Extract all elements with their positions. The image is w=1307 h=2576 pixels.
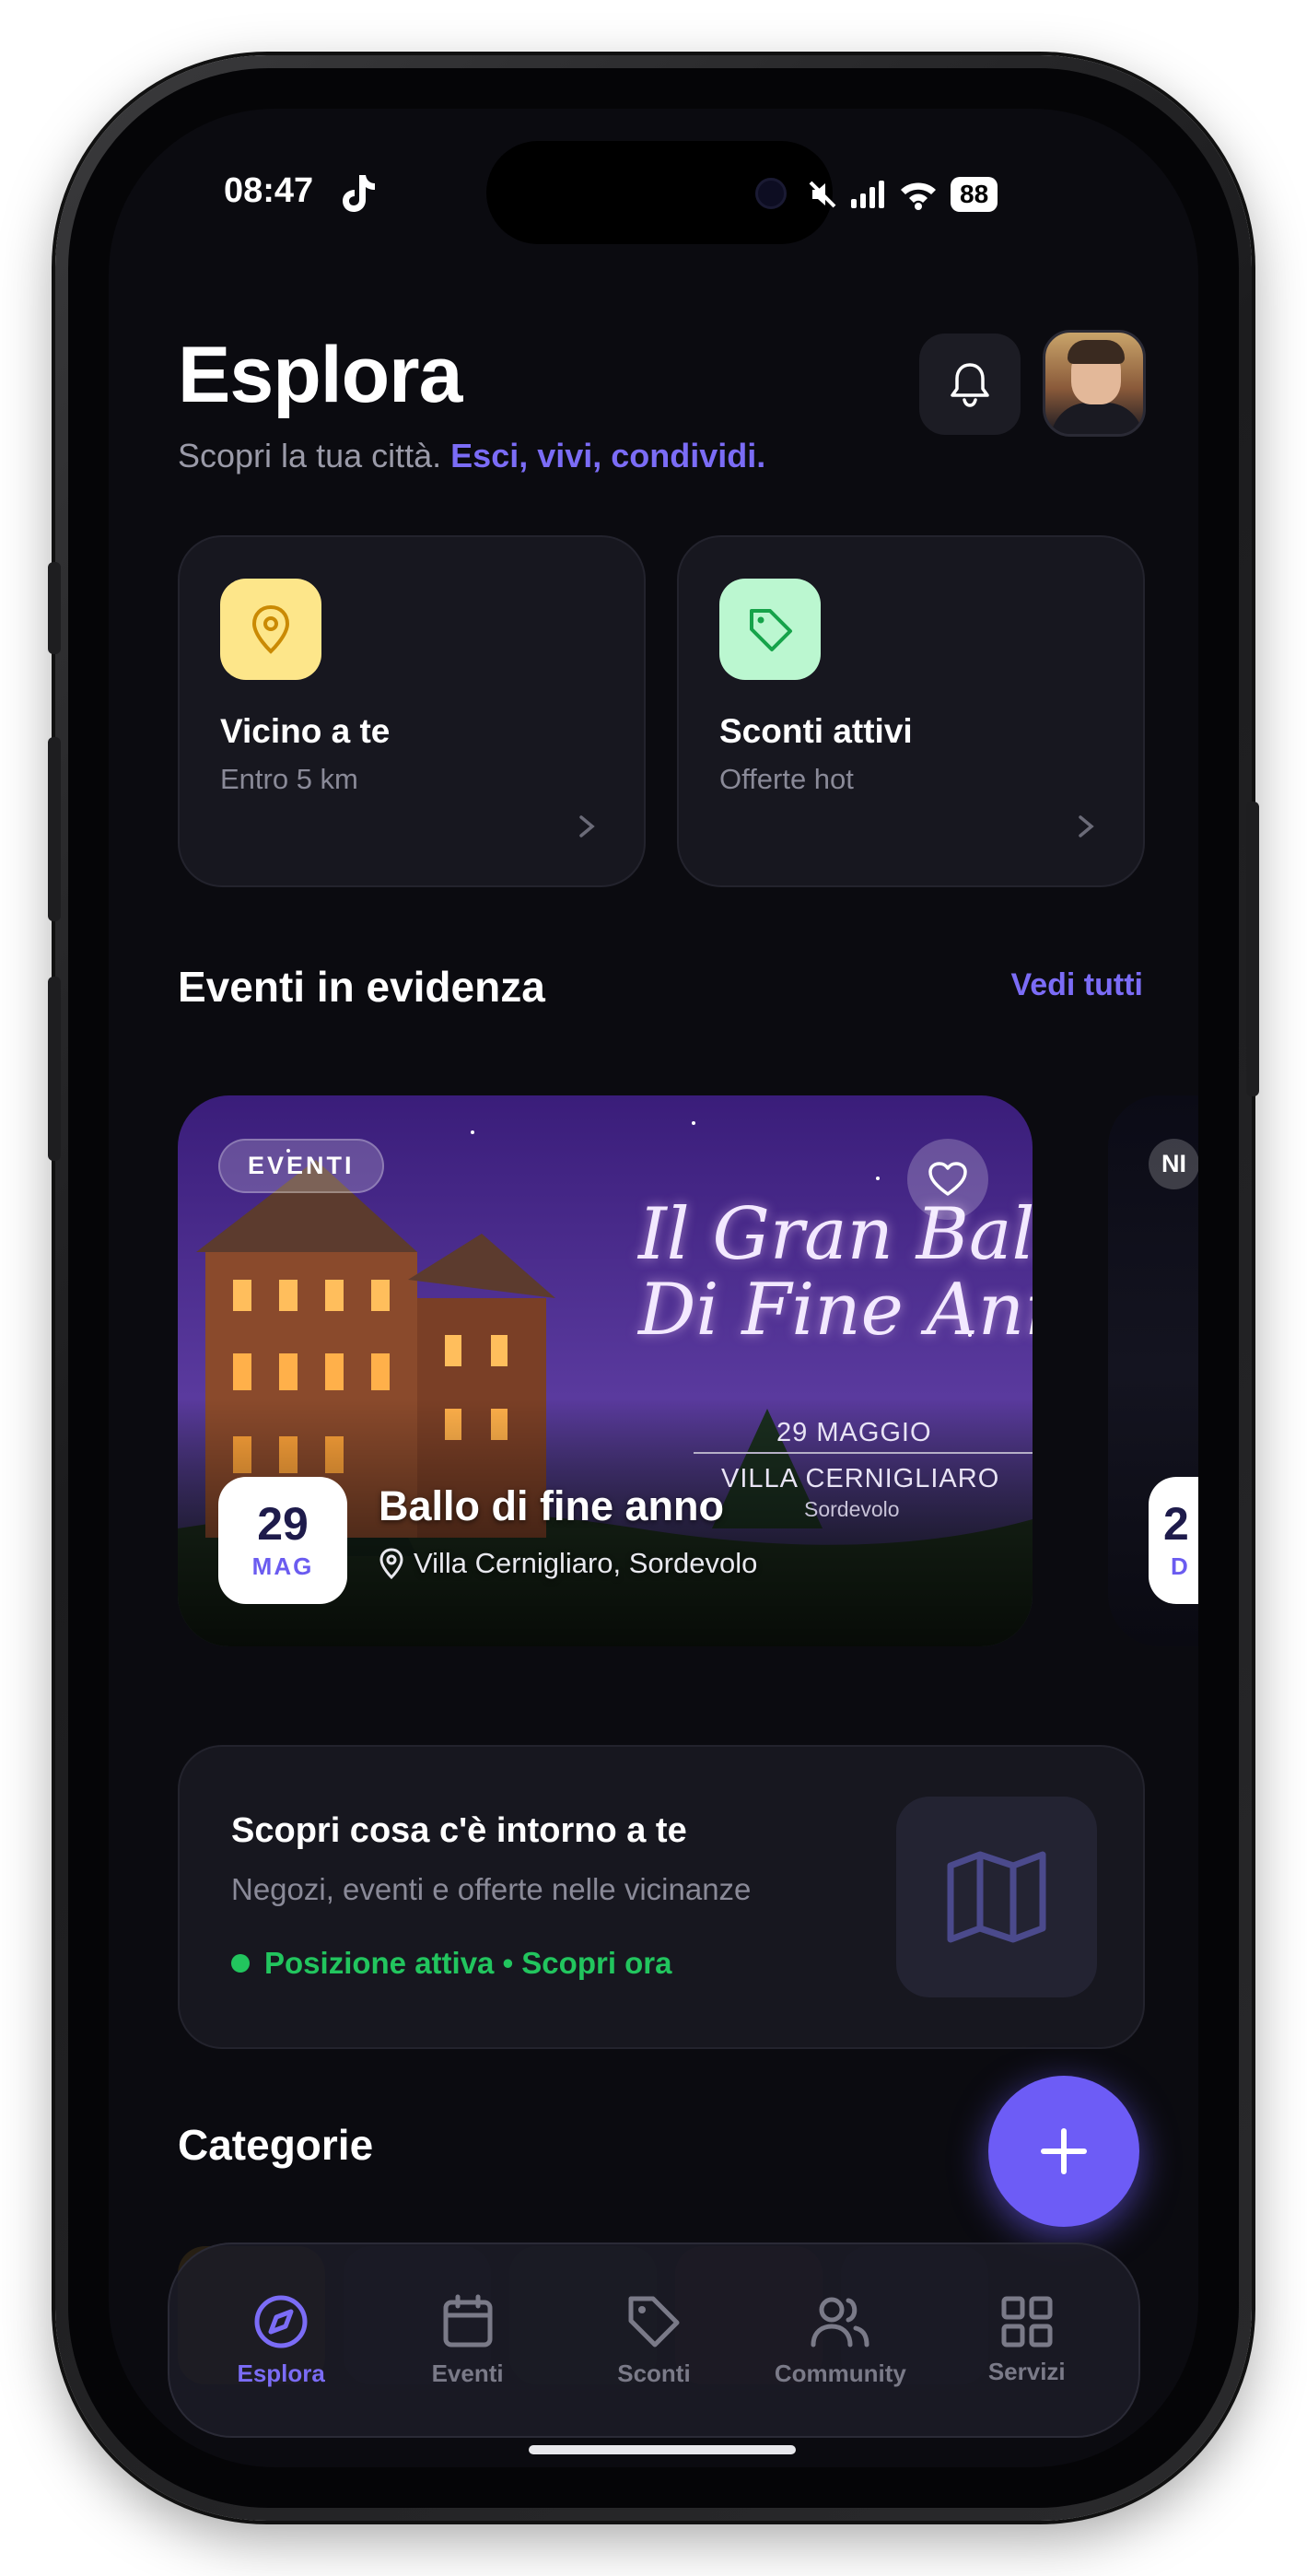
tab-label: Eventi	[431, 2359, 504, 2387]
event-card-next[interactable]: NI 2 D	[1108, 1095, 1198, 1646]
quick-card-discounts[interactable]: Sconti attivi Offerte hot	[677, 535, 1145, 887]
battery-indicator: 88	[951, 177, 998, 212]
event-location: Villa Cernigliaro, Sordevolo	[379, 1547, 757, 1580]
quick-card-icon-box	[220, 579, 321, 680]
see-all-link[interactable]: Vedi tutti	[1010, 967, 1143, 1003]
action-button	[48, 562, 61, 654]
map-tile[interactable]	[896, 1797, 1097, 1997]
tab-community[interactable]: Community	[762, 2293, 918, 2388]
power-button	[1246, 802, 1259, 1096]
avatar-hair	[1068, 340, 1125, 364]
bell-icon	[951, 363, 989, 407]
add-fab-button[interactable]	[988, 2076, 1139, 2227]
tab-eventi[interactable]: Eventi	[390, 2293, 546, 2388]
section-title-featured: Eventi in evidenza	[178, 963, 545, 1011]
poster-title-line: Di Fine Anno	[638, 1269, 1033, 1352]
notifications-button[interactable]	[919, 334, 1021, 435]
location-pin-icon	[251, 604, 290, 654]
location-pin-icon	[379, 1548, 403, 1579]
location-status-text: Posizione attiva • Scopri ora	[264, 1946, 672, 1980]
event-month: MAG	[251, 1552, 314, 1580]
plus-icon	[1041, 2128, 1087, 2174]
chevron-right-icon	[1079, 815, 1094, 837]
status-time: 08:47	[224, 171, 314, 210]
mute-icon	[809, 181, 836, 208]
subtitle-accent: Esci, vivi, condividi.	[450, 437, 766, 474]
volume-down-button	[48, 977, 61, 1161]
front-camera	[755, 178, 787, 209]
tag-icon	[628, 2296, 680, 2347]
tab-label: Servizi	[987, 2357, 1066, 2385]
favorite-button[interactable]	[907, 1139, 988, 1220]
status-icons: 88	[809, 177, 998, 212]
compass-icon	[254, 2295, 308, 2348]
poster-venue: VILLA CERNIGLIARO	[721, 1464, 1000, 1493]
dynamic-island	[486, 141, 833, 244]
users-icon	[811, 2297, 869, 2347]
event-date-box: 2 D	[1149, 1477, 1198, 1604]
tab-label: Community	[774, 2359, 906, 2387]
nearby-subtitle: Negozi, eventi e offerte nelle vicinanze	[231, 1872, 752, 1906]
wifi-icon	[901, 182, 936, 210]
quick-card-title: Vicino a te	[220, 712, 391, 750]
event-month: D	[1171, 1552, 1188, 1580]
poster-town: Sordevolo	[804, 1497, 900, 1521]
tab-label: Esplora	[237, 2359, 325, 2387]
tab-esplora[interactable]: Esplora	[203, 2293, 359, 2388]
location-status[interactable]: Posizione attiva • Scopri ora	[231, 1946, 672, 1981]
event-day: 2	[1163, 1498, 1189, 1550]
tiktok-icon	[343, 175, 375, 212]
bottom-tab-bar: Esplora Eventi Sconti Community Servizi	[168, 2242, 1140, 2438]
quick-card-icon-box	[719, 579, 821, 680]
nearby-discover-card[interactable]: Scopri cosa c'è intorno a te Negozi, eve…	[178, 1745, 1145, 2049]
page-subtitle: Scopri la tua città. Esci, vivi, condivi…	[178, 437, 765, 475]
home-indicator[interactable]	[529, 2445, 796, 2454]
cellular-signal-icon	[851, 181, 884, 208]
nearby-title: Scopri cosa c'è intorno a te	[231, 1811, 687, 1850]
event-name: Ballo di fine anno	[379, 1482, 725, 1529]
tag-icon	[750, 609, 792, 651]
page-title: Esplora	[178, 331, 462, 419]
map-icon	[947, 1851, 1046, 1943]
poster-date: 29 MAGGIO	[776, 1418, 932, 1447]
event-date-box: 29 MAG	[218, 1477, 347, 1604]
tab-label: Sconti	[617, 2359, 691, 2387]
quick-card-subtitle: Entro 5 km	[220, 763, 358, 795]
quick-card-title: Sconti attivi	[719, 712, 913, 750]
chevron-right-icon	[579, 815, 595, 837]
section-title-categories: Categorie	[178, 2121, 374, 2169]
subtitle-plain: Scopri la tua città.	[178, 437, 442, 474]
event-card[interactable]: Il Gran Ballo Di Fine Anno 29 MAGGIO VIL…	[178, 1095, 1033, 1646]
category-badge: EVENTI	[218, 1139, 384, 1193]
poster-title: Il Gran Ballo Di Fine Anno	[638, 1197, 1033, 1348]
calendar-icon	[443, 2294, 493, 2347]
event-location-text: Villa Cernigliaro, Sordevolo	[414, 1547, 758, 1579]
grid-icon	[1001, 2296, 1053, 2347]
tab-servizi[interactable]: Servizi	[949, 2295, 1105, 2386]
avatar[interactable]	[1043, 330, 1146, 437]
volume-up-button	[48, 737, 61, 921]
event-day: 29	[257, 1498, 309, 1550]
avatar-body	[1051, 403, 1143, 434]
status-dot	[231, 1954, 250, 1973]
heart-icon	[928, 1162, 967, 1196]
app-screen: 08:47 88 Esplora Scopri la tua città. Es…	[109, 109, 1198, 2467]
tab-sconti[interactable]: Sconti	[576, 2293, 732, 2388]
quick-card-nearby[interactable]: Vicino a te Entro 5 km	[178, 535, 646, 887]
quick-card-subtitle: Offerte hot	[719, 763, 854, 795]
category-badge: NI	[1149, 1139, 1198, 1189]
